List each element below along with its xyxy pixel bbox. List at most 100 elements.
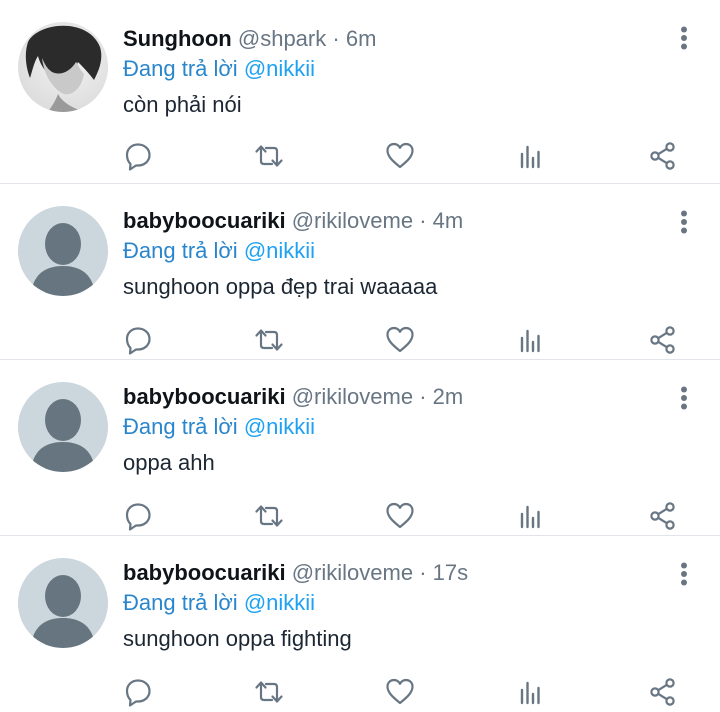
more-options-button[interactable] xyxy=(680,562,688,586)
default-avatar-icon xyxy=(18,558,108,648)
share-icon xyxy=(650,502,675,530)
retweet-button[interactable] xyxy=(253,140,285,172)
display-name[interactable]: Sunghoon xyxy=(123,26,232,51)
tweet-actions xyxy=(0,324,720,356)
reply-mention-link[interactable]: @nikkii xyxy=(244,414,315,439)
tweet-actions xyxy=(0,500,720,532)
heart-icon xyxy=(386,142,414,169)
default-avatar-icon xyxy=(18,206,108,296)
separator-dot: · xyxy=(419,384,427,409)
like-button[interactable] xyxy=(384,140,416,172)
share-button[interactable] xyxy=(647,140,679,172)
more-options-button[interactable] xyxy=(680,26,688,50)
avatar[interactable] xyxy=(18,558,108,648)
display-name[interactable]: babyboocuariki xyxy=(123,384,286,409)
more-options-button[interactable] xyxy=(680,210,688,234)
tweet-item[interactable]: babyboocuariki @rikiloveme · 17s Đang tr… xyxy=(0,536,720,712)
stats-icon xyxy=(520,681,540,705)
reply-button[interactable] xyxy=(122,676,154,708)
heart-icon xyxy=(386,502,414,529)
reply-context: Đang trả lời @nikkii xyxy=(123,54,670,84)
reply-context: Đang trả lời @nikkii xyxy=(123,236,670,266)
reply-label: Đang trả lời xyxy=(123,56,238,81)
tweet-item[interactable]: Sunghoon @shpark · 6m Đang trả lời @nikk… xyxy=(0,0,720,184)
avatar[interactable] xyxy=(18,206,108,296)
user-handle[interactable]: @shpark xyxy=(238,26,326,51)
reply-label: Đang trả lời xyxy=(123,238,238,263)
tweet-text: còn phải nói xyxy=(123,92,242,117)
avatar[interactable] xyxy=(18,382,108,472)
like-button[interactable] xyxy=(384,500,416,532)
stats-button[interactable] xyxy=(516,676,548,708)
more-options-button[interactable] xyxy=(680,386,688,410)
share-icon xyxy=(650,678,675,706)
tweet-text: oppa ahh xyxy=(123,450,215,475)
timestamp[interactable]: 4m xyxy=(433,208,464,233)
timestamp[interactable]: 17s xyxy=(433,560,468,585)
stats-button[interactable] xyxy=(516,140,548,172)
tweet-text: sunghoon oppa đẹp trai waaaaa xyxy=(123,274,438,299)
tweet-header: babyboocuariki @rikiloveme · 2m xyxy=(123,382,670,412)
timestamp[interactable]: 2m xyxy=(433,384,464,409)
user-handle[interactable]: @rikiloveme xyxy=(292,560,413,585)
reply-button[interactable] xyxy=(122,324,154,356)
user-handle[interactable]: @rikiloveme xyxy=(292,208,413,233)
profile-photo xyxy=(18,22,108,112)
like-button[interactable] xyxy=(384,676,416,708)
retweet-icon xyxy=(255,145,283,167)
like-button[interactable] xyxy=(384,324,416,356)
retweet-button[interactable] xyxy=(253,324,285,356)
more-vertical-icon xyxy=(681,386,687,410)
stats-icon xyxy=(520,505,540,529)
tweet-text: sunghoon oppa fighting xyxy=(123,626,352,651)
retweet-icon xyxy=(255,681,283,703)
retweet-button[interactable] xyxy=(253,500,285,532)
stats-button[interactable] xyxy=(516,500,548,532)
reply-icon xyxy=(125,327,151,355)
display-name[interactable]: babyboocuariki xyxy=(123,208,286,233)
reply-icon xyxy=(125,503,151,531)
reply-context: Đang trả lời @nikkii xyxy=(123,412,670,442)
separator-dot: · xyxy=(419,560,427,585)
reply-label: Đang trả lời xyxy=(123,414,238,439)
reply-icon xyxy=(125,143,151,171)
stats-icon xyxy=(520,329,540,353)
stats-button[interactable] xyxy=(516,324,548,356)
tweet-content: babyboocuariki @rikiloveme · 2m Đang trả… xyxy=(123,382,670,478)
tweet-item[interactable]: babyboocuariki @rikiloveme · 2m Đang trả… xyxy=(0,360,720,536)
heart-icon xyxy=(386,326,414,353)
stats-icon xyxy=(520,145,540,169)
more-vertical-icon xyxy=(681,562,687,586)
share-button[interactable] xyxy=(647,676,679,708)
tweet-content: babyboocuariki @rikiloveme · 17s Đang tr… xyxy=(123,558,670,654)
tweet-header: babyboocuariki @rikiloveme · 17s xyxy=(123,558,670,588)
heart-icon xyxy=(386,678,414,705)
display-name[interactable]: babyboocuariki xyxy=(123,560,286,585)
share-button[interactable] xyxy=(647,500,679,532)
retweet-button[interactable] xyxy=(253,676,285,708)
default-avatar-icon xyxy=(18,382,108,472)
reply-mention-link[interactable]: @nikkii xyxy=(244,56,315,81)
reply-icon xyxy=(125,679,151,707)
user-handle[interactable]: @rikiloveme xyxy=(292,384,413,409)
share-icon xyxy=(650,142,675,170)
separator-dot: · xyxy=(332,26,340,51)
tweet-content: babyboocuariki @rikiloveme · 4m Đang trả… xyxy=(123,206,670,302)
reply-button[interactable] xyxy=(122,140,154,172)
tweet-content: Sunghoon @shpark · 6m Đang trả lời @nikk… xyxy=(123,24,670,120)
tweet-item[interactable]: babyboocuariki @rikiloveme · 4m Đang trả… xyxy=(0,184,720,360)
tweet-actions xyxy=(0,140,720,172)
avatar[interactable] xyxy=(18,22,108,112)
share-icon xyxy=(650,326,675,354)
tweet-actions xyxy=(0,676,720,708)
reply-mention-link[interactable]: @nikkii xyxy=(244,238,315,263)
separator-dot: · xyxy=(419,208,427,233)
reply-button[interactable] xyxy=(122,500,154,532)
more-vertical-icon xyxy=(681,26,687,50)
reply-mention-link[interactable]: @nikkii xyxy=(244,590,315,615)
share-button[interactable] xyxy=(647,324,679,356)
timestamp[interactable]: 6m xyxy=(346,26,377,51)
retweet-icon xyxy=(255,505,283,527)
tweet-header: babyboocuariki @rikiloveme · 4m xyxy=(123,206,670,236)
tweet-header: Sunghoon @shpark · 6m xyxy=(123,24,670,54)
